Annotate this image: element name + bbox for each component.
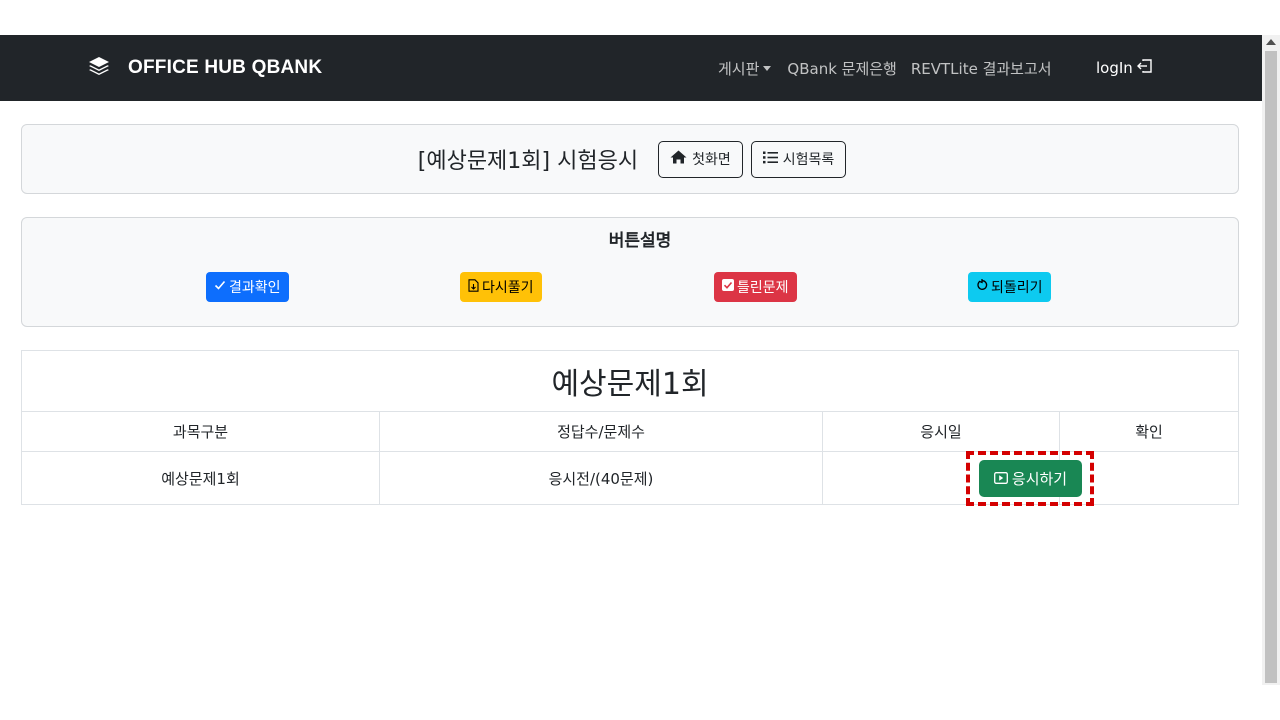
nav-login-label: logIn: [1096, 59, 1133, 77]
header-date: 응시일: [823, 412, 1060, 451]
legend-title: 버튼설명: [608, 231, 672, 251]
wrong-questions-label: 틀린문제: [737, 280, 789, 296]
exam-list-button[interactable]: 시험목록: [750, 140, 847, 178]
home-icon: [670, 150, 687, 168]
check-icon: [214, 279, 226, 295]
cell-subject: 예상문제1회: [22, 452, 380, 505]
exam-header-card: [예상문제1회] 시험응시 첫화면 시험목록: [21, 124, 1239, 194]
login-icon: [1136, 58, 1153, 78]
retry-label: 다시풀기: [482, 280, 534, 296]
cell-score: 응시전/(40문제): [380, 452, 823, 505]
layers-icon: [88, 56, 110, 80]
result-check-label: 결과확인: [229, 280, 281, 296]
home-button-label: 첫화면: [692, 152, 731, 168]
nav-board-dropdown[interactable]: 게시판: [718, 58, 772, 79]
checkbox-icon: [722, 279, 734, 295]
nav-login[interactable]: logIn: [1096, 35, 1153, 101]
top-gap: [0, 0, 1280, 35]
home-button[interactable]: 첫화면: [658, 140, 743, 178]
table-title: 예상문제1회: [22, 351, 1238, 412]
brand[interactable]: OFFICE HUB QBANK: [88, 35, 322, 101]
take-exam-label: 응시하기: [1011, 470, 1068, 488]
scroll-thumb[interactable]: [1265, 51, 1277, 683]
navbar: OFFICE HUB QBANK 게시판 QBank 문제은행 REVTLite…: [0, 35, 1262, 101]
exam-list-button-label: 시험목록: [782, 152, 835, 168]
result-check-button[interactable]: 결과확인: [206, 272, 289, 302]
nav-board-label: 게시판: [718, 59, 760, 78]
table-header-row: 과목구분 정답수/문제수 응시일 확인: [22, 412, 1238, 452]
page-title: [예상문제1회] 시험응시: [417, 149, 639, 174]
take-exam-button[interactable]: 응시하기: [979, 460, 1082, 497]
file-icon: [468, 278, 479, 296]
header-subject: 과목구분: [22, 412, 380, 451]
retry-button[interactable]: 다시풀기: [460, 272, 542, 302]
brand-text: OFFICE HUB QBANK: [128, 57, 323, 78]
list-icon: [762, 151, 778, 168]
undo-icon: [976, 279, 988, 295]
header-score: 정답수/문제수: [380, 412, 823, 451]
caret-down-icon: [763, 65, 772, 71]
scroll-up-icon[interactable]: [1266, 39, 1276, 45]
page-scrollbar[interactable]: [1262, 35, 1280, 685]
nav-links: 게시판 QBank 문제은행 REVTLite 결과보고서: [718, 35, 1052, 101]
wrong-questions-button[interactable]: 틀린문제: [714, 272, 797, 302]
undo-label: 되돌리기: [991, 280, 1043, 296]
nav-revtlite[interactable]: REVTLite 결과보고서: [911, 58, 1052, 79]
undo-button[interactable]: 되돌리기: [968, 272, 1051, 302]
play-icon: [993, 470, 1008, 488]
nav-qbank[interactable]: QBank 문제은행: [787, 58, 896, 79]
header-action: 확인: [1135, 423, 1163, 441]
